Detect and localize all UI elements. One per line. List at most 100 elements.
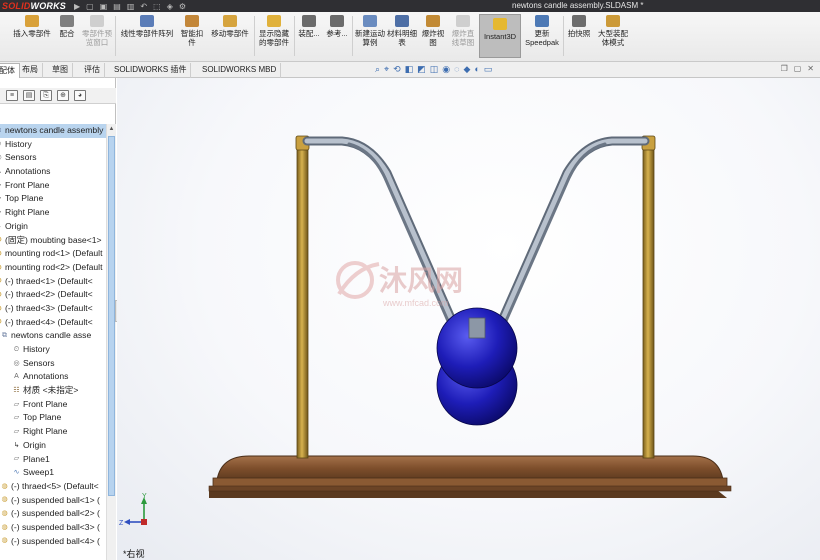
mate-button[interactable]: 配合 — [56, 15, 78, 38]
smart-fasteners-button[interactable]: 智能扣件 — [178, 15, 206, 47]
zoom-area-icon[interactable]: ⌖ — [384, 64, 389, 75]
mounting-rod-right[interactable] — [641, 135, 656, 459]
zoom-to-fit-icon[interactable]: ⌕ — [375, 64, 380, 75]
tree-item[interactable]: ↳Origin — [0, 220, 106, 234]
component-preview-button[interactable]: 零部件预览窗口 — [80, 15, 114, 47]
save-icon[interactable]: ▤ — [113, 2, 121, 11]
feature-manager-panel: ≡ ▤ ⎘ ⊕ ◕ ⧉newtons candle assembly⏲Histo… — [0, 78, 116, 560]
instant3d-button[interactable]: Instant3D — [479, 14, 521, 58]
sweep-frame[interactable] — [302, 136, 650, 341]
open-icon[interactable]: ▣ — [100, 2, 108, 11]
display-manager-icon[interactable]: ◕ — [74, 90, 86, 101]
view-settings-icon[interactable]: ▭ — [484, 64, 493, 75]
part-icon: ◍ — [0, 305, 3, 313]
tab-solidworks-mbd[interactable]: SOLIDWORKS MBD — [198, 63, 282, 78]
tree-item[interactable]: ◍(-) thraed<3> (Default< — [0, 302, 106, 316]
exploded-view-button[interactable]: 爆炸视图 — [419, 15, 447, 47]
update-speedpak-button[interactable]: 更新Speedpak — [523, 15, 561, 47]
undo-icon[interactable]: ↶ — [140, 2, 147, 11]
tab-assembly[interactable]: 装配体 — [0, 63, 20, 78]
tree-item[interactable]: ◍(-) thraed<4> (Default< — [0, 316, 106, 330]
tree-item[interactable]: ◍(-) thraed<1> (Default< — [0, 275, 106, 289]
feature-tree-icon[interactable]: ≡ — [6, 90, 18, 101]
move-component-button[interactable]: 移动零部件 — [208, 15, 252, 38]
tree-item[interactable]: AAnnotations — [0, 370, 106, 384]
rebuild-icon[interactable]: ◈ — [167, 2, 173, 11]
tree-item[interactable]: AAnnotations — [0, 165, 106, 179]
new-doc-icon[interactable]: ▢ — [86, 2, 94, 11]
app-logo[interactable]: SOLIDWORKS — [0, 1, 66, 11]
tree-item[interactable]: ◍ (-) suspended ball<2> ( — [0, 507, 106, 521]
print-icon[interactable]: ▥ — [127, 2, 135, 11]
graphics-area[interactable]: 沐风网 www.mfcad.com Y Z *右视 — [117, 78, 820, 560]
tree-item[interactable]: ◍ (-) suspended ball<3> ( — [0, 521, 106, 535]
view-orientation-icon[interactable]: ◫ — [430, 64, 439, 75]
tab-sketch[interactable]: 草图 — [48, 63, 73, 78]
button-label: 显示隐藏的零部件 — [259, 29, 289, 47]
configuration-manager-icon[interactable]: ⎘ — [40, 90, 52, 101]
tree-item[interactable]: ▱ Plane1 — [0, 453, 106, 467]
tree-item[interactable]: ⧉newtons candle assembly — [0, 124, 106, 138]
reference-geometry-button[interactable]: 参考... — [324, 15, 350, 38]
scroll-thumb[interactable] — [108, 136, 115, 496]
tree-item[interactable]: ◍mounting rod<1> (Default — [0, 247, 106, 261]
dimxpert-icon[interactable]: ⊕ — [57, 90, 69, 101]
maximize-icon[interactable]: ▢ — [794, 64, 802, 73]
tree-item[interactable]: ◍ (-) suspended ball<1> ( — [0, 494, 106, 508]
hide-show-icon[interactable]: ◌ — [454, 64, 459, 75]
tree-item[interactable]: ◍mounting rod<2> (Default — [0, 261, 106, 275]
scene-icon[interactable]: ◐ — [474, 64, 479, 75]
tree-item[interactable]: ⏲History — [0, 343, 106, 357]
assembly-features-icon — [302, 15, 316, 27]
tree-scrollbar[interactable]: ▲ — [106, 124, 116, 560]
preview-window-icon — [90, 15, 104, 27]
tree-item[interactable]: ☷ 材质 <未指定> — [0, 384, 106, 398]
tree-item[interactable]: ↳Origin — [0, 439, 106, 453]
show-hidden-components-button[interactable]: 显示隐藏的零部件 — [256, 15, 292, 47]
tab-solidworks-addins[interactable]: SOLIDWORKS 插件 — [110, 63, 192, 78]
tree-item[interactable]: ▱Top Plane — [0, 192, 106, 206]
menu-arrow-icon[interactable]: ▶ — [74, 2, 80, 11]
tree-item[interactable]: ◎Sensors — [0, 151, 106, 165]
tree-item[interactable]: ◍(-) thraed<2> (Default< — [0, 288, 106, 302]
tree-item[interactable]: ▱Top Plane — [0, 411, 106, 425]
tree-item[interactable]: ▱Front Plane — [0, 179, 106, 193]
tree-item-label: (-) thraed<1> (Default< — [5, 275, 93, 286]
tree-item-label: Sweep1 — [23, 467, 55, 478]
tree-item[interactable]: ⏲History — [0, 138, 106, 152]
previous-view-icon[interactable]: ⟲ — [393, 64, 401, 75]
insert-components-button[interactable]: 插入零部件 — [8, 15, 56, 38]
large-assembly-mode-button[interactable]: 大型装配体模式 — [595, 15, 631, 47]
tree-item[interactable]: ▱Right Plane — [0, 206, 106, 220]
new-motion-study-button[interactable]: 新建运动算例 — [355, 15, 385, 47]
tab-evaluate[interactable]: 评估 — [80, 63, 105, 78]
tree-item[interactable]: ◍ (-) suspended ball<4> ( — [0, 535, 106, 549]
dynamic-annotation-icon[interactable]: ◩ — [417, 64, 426, 75]
display-style-icon[interactable]: ◉ — [442, 64, 450, 75]
options-gear-icon[interactable]: ⚙ — [179, 2, 186, 11]
close-icon[interactable]: ✕ — [807, 64, 814, 73]
explode-line-sketch-button[interactable]: 爆炸直线草图 — [449, 15, 477, 47]
section-view-icon[interactable]: ◧ — [405, 64, 414, 75]
scroll-up-icon[interactable]: ▲ — [108, 125, 115, 134]
select-icon[interactable]: ⬚ — [153, 2, 161, 11]
tree-item[interactable]: ▱Right Plane — [0, 425, 106, 439]
tab-layout[interactable]: 布局 — [18, 63, 43, 78]
tree-item[interactable]: ◎Sensors — [0, 357, 106, 371]
button-label: Instant3D — [483, 32, 517, 41]
property-manager-icon[interactable]: ▤ — [23, 90, 35, 101]
tree-item[interactable]: ⧉ newtons candle asse — [0, 329, 106, 343]
mounting-base[interactable] — [208, 455, 732, 498]
tree-item[interactable]: ◍(固定) moubting base<1> — [0, 234, 106, 248]
suspended-balls[interactable] — [436, 307, 518, 426]
restore-icon[interactable]: ❐ — [781, 64, 788, 73]
bill-of-materials-button[interactable]: 材料明细表 — [387, 15, 417, 47]
take-snapshot-button[interactable]: 拍快照 — [565, 15, 593, 38]
linear-pattern-button[interactable]: 线性零部件阵列 — [117, 15, 177, 38]
mounting-rod-left[interactable] — [295, 135, 310, 459]
tree-item[interactable]: ◍ (-) thraed<5> (Default< — [0, 480, 106, 494]
tree-item[interactable]: ▱Front Plane — [0, 398, 106, 412]
assembly-features-button[interactable]: 装配... — [296, 15, 322, 38]
tree-item[interactable]: ∿ Sweep1 — [0, 466, 106, 480]
edit-appearance-icon[interactable]: ◆ — [463, 64, 470, 75]
